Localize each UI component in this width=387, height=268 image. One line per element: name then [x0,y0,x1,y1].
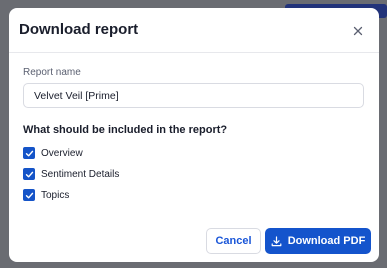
download-pdf-button[interactable]: Download PDF [265,228,371,254]
option-label: Sentiment Details [41,168,120,180]
download-pdf-label: Download PDF [287,235,366,247]
report-name-input[interactable]: Velvet Veil [Prime] [23,83,364,108]
checkmark-icon[interactable] [23,168,35,180]
header-divider [9,52,379,53]
dialog-title: Download report [19,21,139,38]
option-label: Overview [41,147,83,159]
cancel-button[interactable]: Cancel [206,228,261,254]
option-label: Topics [41,189,70,201]
download-report-dialog: Download report Report name Velvet Veil … [9,8,379,262]
option-sentiment-details[interactable]: Sentiment Details [23,167,119,181]
option-overview[interactable]: Overview [23,146,83,160]
option-topics[interactable]: Topics [23,188,69,202]
report-name-label: Report name [23,67,81,78]
checkmark-icon[interactable] [23,189,35,201]
close-icon[interactable] [351,24,365,38]
checkmark-icon[interactable] [23,147,35,159]
include-question: What should be included in the report? [23,124,228,136]
download-icon [271,235,282,246]
